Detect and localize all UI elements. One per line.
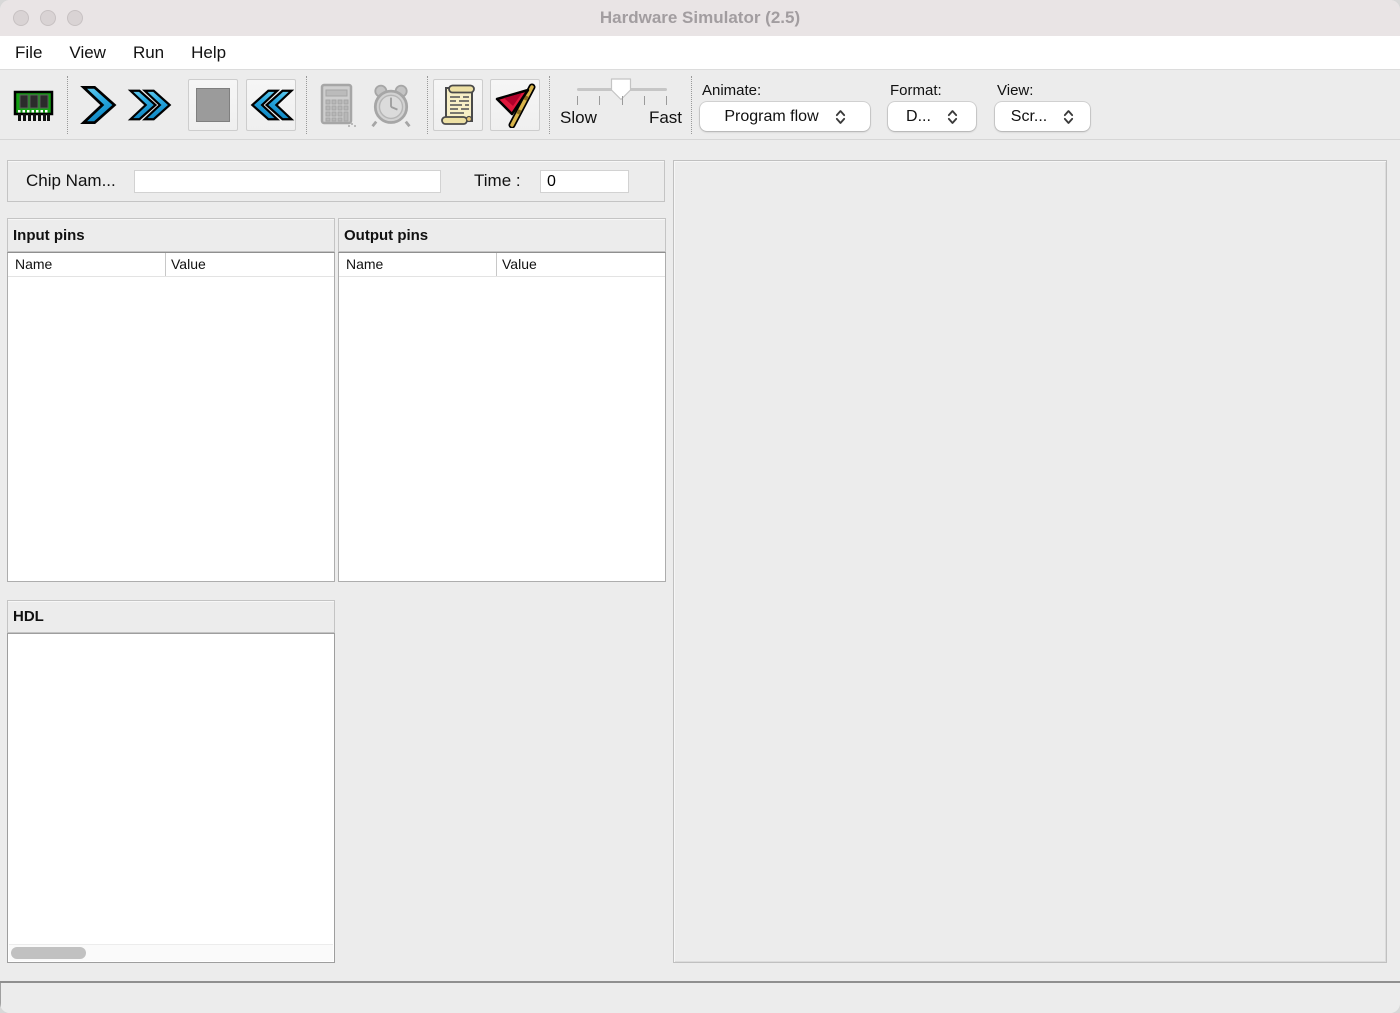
format-select[interactable]: D... [888,102,976,131]
hdl-scrollbar-thumb[interactable] [11,947,86,959]
animate-group: Animate: Program flow [700,82,870,131]
input-pins-table-header: Name Value [8,253,334,277]
breakpoint-button[interactable] [490,79,540,131]
toolbar-separator [67,76,68,134]
column-header-value[interactable]: Value [166,253,334,276]
close-button[interactable] [13,10,29,26]
minimize-button[interactable] [40,10,56,26]
input-pins-rows [8,278,334,581]
input-pins-panel: Input pins Name Value [7,218,335,582]
alarm-clock-icon [371,84,411,128]
slider-slow-label: Slow [560,108,597,127]
single-step-button[interactable] [74,79,124,131]
stop-button[interactable] [188,79,238,131]
toolbar: Slow Fast Animate: Program flow Format: … [0,70,1400,140]
stop-square-icon [196,88,230,122]
output-pins-title: Output pins [338,218,666,252]
title-bar[interactable]: Hardware Simulator (2.5) [0,0,1400,36]
toolbar-separator [549,76,550,134]
animate-label: Animate: [702,82,762,99]
toolbar-separator [427,76,428,134]
zoom-button[interactable] [67,10,83,26]
slider-fast-label: Fast [648,108,682,127]
chevron-up-down-icon [1064,109,1074,124]
status-bar [0,981,1400,1013]
hdl-panel: HDL [7,600,335,963]
animate-value: Program flow [724,107,819,125]
chevron-up-down-icon [947,109,958,124]
reset-button[interactable] [246,79,296,131]
chip-name-input[interactable] [134,170,441,193]
output-pins-table-header: Name Value [339,253,665,277]
clock-button[interactable] [366,79,416,131]
column-header-name[interactable]: Name [339,253,497,276]
menu-file[interactable]: File [15,43,42,63]
window-title: Hardware Simulator (2.5) [599,8,801,27]
view-select[interactable]: Scr... [995,102,1090,131]
flag-icon [495,83,536,128]
menu-bar: File View Run Help [0,36,1400,70]
hdl-content[interactable] [7,633,335,963]
toolbar-separator [306,76,307,134]
memory-chip-icon [13,90,54,121]
input-pins-title: Input pins [7,218,335,252]
column-header-value[interactable]: Value [497,253,665,276]
menu-run[interactable]: Run [133,43,164,63]
view-value: Scr... [1010,107,1048,125]
format-label: Format: [890,82,942,99]
output-pins-table: Name Value [338,252,666,582]
chevron-right-icon [80,86,117,124]
toolbar-separator [691,76,692,134]
double-chevron-right-icon [127,89,172,121]
input-pins-table: Name Value [7,252,335,582]
animate-select[interactable]: Program flow [700,102,870,131]
format-group: Format: D... [888,82,976,131]
hdl-horizontal-scrollbar[interactable] [9,944,333,961]
run-button[interactable] [126,79,176,131]
output-pins-rows [339,278,665,581]
time-field[interactable] [540,170,629,193]
column-header-name[interactable]: Name [8,253,166,276]
load-chip-button[interactable] [9,79,59,131]
chip-name-bar: Chip Nam... Time : [7,160,665,202]
calculator-icon [320,83,356,127]
app-window: Hardware Simulator (2.5) File View Run H… [0,0,1400,1013]
slider-ticks [577,96,667,105]
menu-help[interactable]: Help [191,43,226,63]
scroll-icon [441,84,475,125]
view-group: View: Scr... [995,82,1090,131]
chip-name-label: Chip Nam... [26,171,116,190]
chevron-up-down-icon [835,109,845,124]
eval-button[interactable] [312,79,362,131]
hdl-title: HDL [7,600,335,633]
time-label: Time : [474,171,521,190]
format-value: D... [906,107,931,125]
menu-view[interactable]: View [69,43,106,63]
speed-slider[interactable]: Slow Fast [558,70,684,140]
double-chevron-left-icon [250,89,295,121]
slider-labels: Slow Fast [560,108,682,128]
script-button[interactable] [433,79,483,131]
output-pins-panel: Output pins Name Value [338,218,666,582]
traffic-lights [13,10,83,26]
view-label: View: [997,82,1034,99]
chip-display-area [673,160,1387,963]
